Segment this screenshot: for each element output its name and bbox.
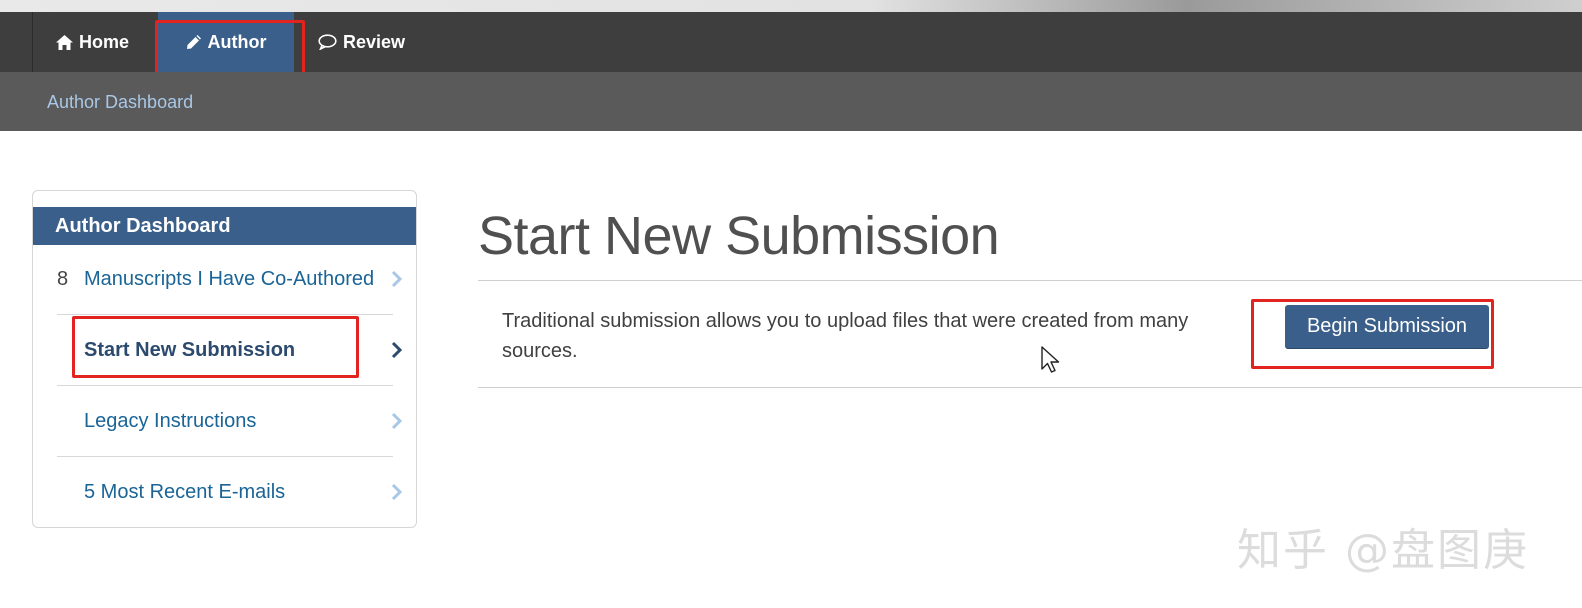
page-title: Start New Submission [478, 206, 1000, 266]
breadcrumb-author-dashboard[interactable]: Author Dashboard [47, 92, 193, 113]
chevron-right-icon [391, 270, 403, 294]
chevron-right-icon [391, 341, 403, 365]
sub-navbar: Author Dashboard [0, 72, 1582, 131]
top-navbar: Home Author Review [0, 12, 1582, 72]
section-divider [478, 387, 1582, 388]
chevron-right-icon [391, 483, 403, 507]
nav-separator [32, 12, 33, 72]
top-strip [0, 0, 1582, 12]
sidebar-item-recent-emails[interactable]: 5 Most Recent E-mails [57, 457, 403, 527]
begin-submission-button[interactable]: Begin Submission [1285, 305, 1489, 348]
sidebar-item-count: 8 [57, 267, 69, 290]
nav-review-label: Review [343, 31, 406, 52]
home-icon [56, 34, 73, 50]
speech-bubble-icon [318, 34, 337, 50]
sidebar-item-legacy-instructions[interactable]: Legacy Instructions [57, 386, 403, 456]
nav-home-label: Home [79, 31, 130, 52]
nav-home[interactable]: Home [34, 12, 151, 72]
title-divider [478, 280, 1582, 281]
sidebar-item-label: Legacy Instructions [84, 409, 257, 432]
author-dashboard-panel: Author Dashboard 8 Manuscripts I Have Co… [32, 190, 417, 528]
sidebar-item-label: Manuscripts I Have Co-Authored [84, 267, 375, 290]
sidebar-item-start-new-submission[interactable]: Start New Submission [57, 315, 403, 385]
sidebar-item-label: Start New Submission [84, 338, 296, 361]
watermark: 知乎 @盘图庚 [1237, 525, 1529, 576]
pencil-icon [186, 34, 202, 50]
nav-review[interactable]: Review [296, 12, 427, 72]
panel-title: Author Dashboard [33, 207, 416, 245]
sidebar-item-co-authored[interactable]: 8 Manuscripts I Have Co-Authored [57, 244, 403, 314]
sidebar-item-label: 5 Most Recent E-mails [84, 480, 286, 503]
mouse-cursor-icon [1040, 345, 1062, 380]
nav-author[interactable]: Author [158, 12, 294, 72]
nav-author-label: Author [207, 31, 267, 52]
submission-description: Traditional submission allows you to upl… [502, 310, 1189, 362]
chevron-right-icon [391, 412, 403, 436]
